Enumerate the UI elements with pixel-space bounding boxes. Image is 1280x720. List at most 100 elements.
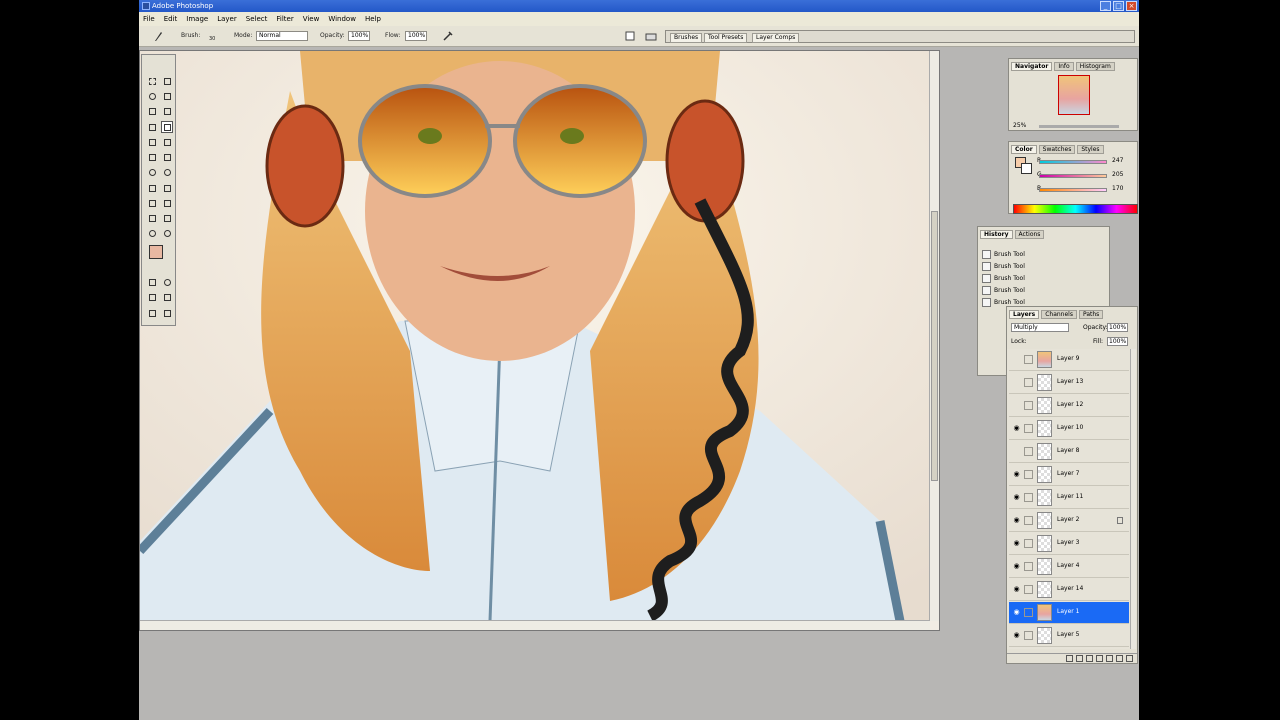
layer-link-icon[interactable] xyxy=(1024,470,1033,479)
menu-filter[interactable]: Filter xyxy=(276,15,293,23)
layer-link-icon[interactable] xyxy=(1024,447,1033,456)
tab-navigator[interactable]: Navigator xyxy=(1011,62,1053,71)
brush-tool-icon[interactable] xyxy=(153,30,163,42)
full-screen-mode-icon[interactable] xyxy=(161,291,173,303)
visibility-eye-icon[interactable] xyxy=(1012,447,1021,456)
history-item[interactable]: Brush Tool xyxy=(982,249,1092,261)
channel-g-slider[interactable] xyxy=(1039,174,1107,178)
visibility-eye-icon[interactable] xyxy=(1012,401,1021,410)
layer-row[interactable]: Layer 13 xyxy=(1009,372,1129,394)
hand-tool-icon[interactable] xyxy=(146,227,158,239)
layers-scrollbar[interactable] xyxy=(1130,349,1136,649)
flow-field[interactable]: 100% xyxy=(405,31,427,41)
layer-link-icon[interactable] xyxy=(1024,562,1033,571)
visibility-eye-icon[interactable] xyxy=(1012,378,1021,387)
layer-row[interactable]: Layer 8 xyxy=(1009,441,1129,463)
new-fill-layer-icon[interactable] xyxy=(1096,655,1103,662)
menu-window[interactable]: Window xyxy=(328,15,356,23)
visibility-eye-icon[interactable]: ◉ xyxy=(1012,562,1021,571)
maximize-button[interactable]: □ xyxy=(1113,1,1124,11)
tab-styles[interactable]: Styles xyxy=(1077,145,1104,154)
healing-brush-tool-icon[interactable] xyxy=(146,121,158,133)
tab-histogram[interactable]: Histogram xyxy=(1075,62,1115,71)
magic-wand-tool-icon[interactable] xyxy=(161,90,173,102)
type-tool-icon[interactable] xyxy=(161,182,173,194)
brush-tool-icon[interactable] xyxy=(161,121,173,133)
clone-stamp-tool-icon[interactable] xyxy=(146,136,158,148)
standard-mode-icon[interactable] xyxy=(146,276,158,288)
tab-history[interactable]: History xyxy=(980,230,1013,239)
visibility-eye-icon[interactable]: ◉ xyxy=(1012,631,1021,640)
zoom-slider[interactable] xyxy=(1039,125,1119,128)
slice-tool-icon[interactable] xyxy=(161,105,173,117)
trash-icon[interactable] xyxy=(1126,655,1133,662)
channel-g-value[interactable]: 205 xyxy=(1112,171,1123,178)
layer-link-icon[interactable] xyxy=(1024,516,1033,525)
navigator-thumbnail[interactable] xyxy=(1058,75,1090,115)
layer-row[interactable]: Layer 9 xyxy=(1009,349,1129,371)
layer-link-icon[interactable] xyxy=(1024,355,1033,364)
tab-info[interactable]: Info xyxy=(1054,62,1074,71)
menu-select[interactable]: Select xyxy=(246,15,268,23)
layer-link-icon[interactable] xyxy=(1024,539,1033,548)
color-spectrum-bar[interactable] xyxy=(1013,204,1138,214)
layer-opacity-field[interactable]: 100% xyxy=(1107,323,1129,332)
brush-pen-icon[interactable] xyxy=(161,307,173,319)
link-icon[interactable] xyxy=(1066,655,1073,662)
notes-tool-icon[interactable] xyxy=(146,212,158,224)
menu-file[interactable]: File xyxy=(143,15,155,23)
layer-row[interactable]: ◉ Layer 10 xyxy=(1009,418,1129,440)
shape-tool-icon[interactable] xyxy=(161,197,173,209)
brush-size[interactable]: 30 xyxy=(209,36,215,42)
canvas-artwork[interactable] xyxy=(140,51,931,621)
jump-to-imageready-icon[interactable] xyxy=(146,307,158,319)
layer-row[interactable]: ◉ Layer 3 xyxy=(1009,533,1129,555)
tab-paths[interactable]: Paths xyxy=(1078,310,1104,319)
channel-b-slider[interactable] xyxy=(1039,188,1107,192)
history-item[interactable]: Brush Tool xyxy=(982,261,1092,273)
layer-row[interactable]: Layer 12 xyxy=(1009,395,1129,417)
visibility-eye-icon[interactable]: ◉ xyxy=(1012,516,1021,525)
gradient-tool-icon[interactable] xyxy=(161,151,173,163)
layer-link-icon[interactable] xyxy=(1024,493,1033,502)
menu-view[interactable]: View xyxy=(303,15,320,23)
airbrush-icon[interactable] xyxy=(443,31,453,41)
tab-swatches[interactable]: Swatches xyxy=(1038,145,1076,154)
layer-row[interactable]: ◉ Layer 14 xyxy=(1009,579,1129,601)
visibility-eye-icon[interactable] xyxy=(1012,355,1021,364)
well-tab-brushes[interactable]: Brushes xyxy=(670,33,703,43)
well-tab-tool-presets[interactable]: Tool Presets xyxy=(704,33,748,43)
layer-style-icon[interactable] xyxy=(1076,655,1083,662)
file-browser-icon[interactable] xyxy=(625,31,635,41)
channel-b-value[interactable]: 170 xyxy=(1112,185,1123,192)
menu-image[interactable]: Image xyxy=(186,15,208,23)
layer-link-icon[interactable] xyxy=(1024,424,1033,433)
channel-r-slider[interactable] xyxy=(1039,160,1107,164)
horizontal-scrollbar[interactable] xyxy=(140,620,930,630)
marquee-tool-icon[interactable] xyxy=(146,75,158,87)
blend-mode-select[interactable]: Multiply xyxy=(1011,323,1069,332)
color-background-swatch[interactable] xyxy=(1021,163,1032,174)
menu-edit[interactable]: Edit xyxy=(164,15,178,23)
layer-row[interactable]: ◉ Layer 1 xyxy=(1009,602,1129,624)
dodge-tool-icon[interactable] xyxy=(161,166,173,178)
layer-fill-field[interactable]: 100% xyxy=(1107,337,1129,346)
foreground-color-swatch[interactable] xyxy=(149,245,163,259)
layer-row[interactable]: ◉ Layer 2 xyxy=(1009,510,1129,532)
layer-mask-icon[interactable] xyxy=(1086,655,1093,662)
screen-mode-icon[interactable] xyxy=(146,291,158,303)
lasso-tool-icon[interactable] xyxy=(146,90,158,102)
pen-tool-icon[interactable] xyxy=(146,197,158,209)
well-tab-layer-comps[interactable]: Layer Comps xyxy=(752,33,800,43)
vertical-scrollbar[interactable] xyxy=(929,51,939,621)
move-tool-icon[interactable] xyxy=(161,75,173,87)
path-selection-tool-icon[interactable] xyxy=(146,182,158,194)
close-button[interactable]: × xyxy=(1126,1,1137,11)
channel-r-value[interactable]: 247 xyxy=(1112,157,1123,164)
layer-link-icon[interactable] xyxy=(1024,608,1033,617)
blur-tool-icon[interactable] xyxy=(146,166,158,178)
minimize-button[interactable]: _ xyxy=(1100,1,1111,11)
tab-channels[interactable]: Channels xyxy=(1041,310,1077,319)
tab-layers[interactable]: Layers xyxy=(1009,310,1040,319)
history-item[interactable]: Brush Tool xyxy=(982,273,1092,285)
